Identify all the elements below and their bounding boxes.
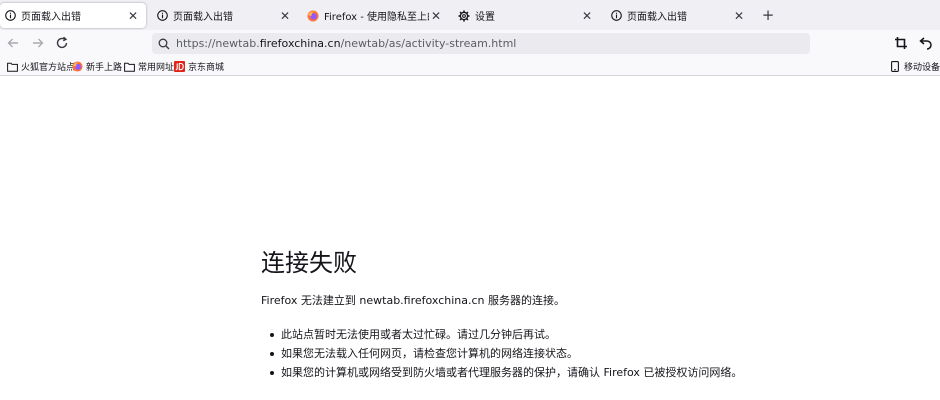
- bookmark-firefox-official[interactable]: 火狐官方站点: [6, 59, 75, 74]
- bookmark-label: 常用网址: [138, 63, 175, 73]
- tab-page-load-error-2[interactable]: 页面载入出错 ✕: [152, 3, 298, 28]
- tab-settings[interactable]: 设置 ✕: [454, 3, 600, 28]
- tab-label: 设置: [475, 12, 495, 23]
- tab-page-load-error-1[interactable]: 页面载入出错 ✕: [0, 3, 146, 28]
- tab-firefox-home[interactable]: Firefox - 使用隐私至上的产品保护 ✕: [303, 3, 449, 28]
- bookmark-label: 火狐官方站点: [21, 63, 76, 73]
- search-icon: [158, 38, 170, 50]
- bookmark-label: 新手上路: [86, 63, 123, 73]
- crop-icon: [895, 37, 907, 49]
- info-icon: [4, 10, 16, 22]
- url-path: /newtab/as/activity-stream.html: [340, 37, 517, 50]
- folder-icon: [123, 61, 135, 73]
- error-description: Firefox 无法建立到 newtab.firefoxchina.cn 服务器…: [261, 294, 566, 307]
- tab-label: 页面载入出错: [21, 12, 81, 23]
- undo-button[interactable]: [918, 35, 934, 51]
- bookmark-jd-mall[interactable]: 京东商城: [173, 59, 224, 74]
- bookmark-common-sites[interactable]: 常用网址: [123, 59, 174, 74]
- close-tab-icon[interactable]: ✕: [278, 9, 292, 23]
- bookmark-label: 移动设备上的书签: [904, 63, 940, 73]
- error-page-content: 连接失败 Firefox 无法建立到 newtab.firefoxchina.c…: [261, 247, 921, 385]
- mobile-device-icon: [889, 61, 901, 73]
- close-tab-icon[interactable]: ✕: [429, 9, 443, 23]
- new-tab-button[interactable]: +: [760, 6, 776, 24]
- navigation-toolbar: https://newtab. firefoxchina.cn/newtab/as…: [0, 30, 940, 57]
- url-domain: firefoxchina.cn: [259, 37, 341, 50]
- back-button[interactable]: [5, 35, 21, 51]
- list-item: 如果您无法载入任何网页，请检查您计算机的网络连接状态。: [261, 347, 921, 366]
- close-tab-icon[interactable]: ✕: [580, 9, 594, 23]
- bookmarks-toolbar: 火狐官方站点 新手上路 常用网址 京东商城 移动设备上的书签: [0, 57, 940, 76]
- reload-button[interactable]: [54, 35, 70, 51]
- folder-icon: [6, 61, 18, 73]
- url-bar[interactable]: https://newtab. firefoxchina.cn/newtab/as…: [152, 33, 810, 54]
- bookmark-getting-started[interactable]: 新手上路: [71, 59, 122, 74]
- firefox-logo-icon: [71, 61, 83, 73]
- list-item: 此站点暂时无法使用或者太过忙碌。请过几分钟后再试。: [261, 328, 921, 347]
- tab-label: Firefox - 使用隐私至上的产品保护: [324, 12, 429, 23]
- close-tab-icon[interactable]: ✕: [126, 9, 140, 23]
- firefox-logo-icon: [307, 10, 319, 22]
- url-prefix: https://newtab.: [176, 37, 260, 50]
- info-icon: [156, 10, 168, 22]
- reload-icon: [56, 36, 68, 49]
- arrow-right-icon: [33, 38, 44, 48]
- info-icon: [610, 10, 622, 22]
- screenshot-button[interactable]: [893, 35, 909, 51]
- forward-button[interactable]: [30, 35, 46, 51]
- bookmark-label: 京东商城: [188, 63, 225, 73]
- error-title: 连接失败: [261, 249, 357, 277]
- undo-icon: [919, 37, 932, 50]
- error-suggestions-list: 此站点暂时无法使用或者太过忙碌。请过几分钟后再试。 如果您无法载入任何网页，请检…: [261, 328, 921, 385]
- tab-label: 页面载入出错: [627, 12, 687, 23]
- gear-icon: [458, 10, 470, 22]
- tab-label: 页面载入出错: [173, 12, 233, 23]
- arrow-left-icon: [7, 38, 18, 48]
- tab-strip: 页面载入出错 ✕ 页面载入出错 ✕ Firefox - 使用隐私至上的产品保护 …: [0, 0, 940, 30]
- mobile-bookmarks[interactable]: 移动设备上的书签: [889, 59, 940, 74]
- list-item: 如果您的计算机或网络受到防火墙或者代理服务器的保护，请确认 Firefox 已被…: [261, 366, 921, 385]
- close-tab-icon[interactable]: ✕: [732, 9, 746, 23]
- tab-page-load-error-3[interactable]: 页面载入出错 ✕: [606, 3, 752, 28]
- jd-logo-icon: [173, 61, 185, 73]
